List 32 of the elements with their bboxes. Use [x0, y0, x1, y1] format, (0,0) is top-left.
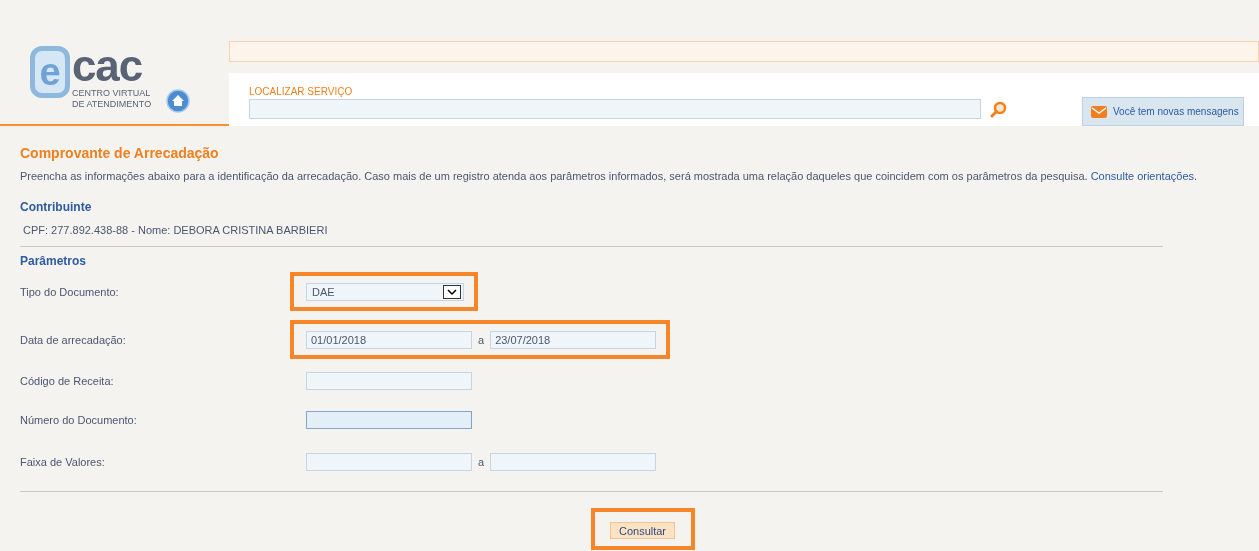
input-field[interactable] [306, 411, 472, 429]
input-field[interactable] [306, 453, 472, 471]
messages-button[interactable]: Você tem novas mensagens [1082, 97, 1244, 126]
input-field[interactable] [490, 453, 657, 471]
home-icon[interactable] [166, 89, 190, 113]
logo-e: e [30, 46, 70, 98]
range-separator: a [478, 332, 485, 348]
search-field[interactable] [249, 99, 981, 119]
guidance-link[interactable]: Consulte orientações. [1090, 170, 1198, 182]
field-label: Faixa de Valores: [20, 454, 106, 470]
page-title: Comprovante de Arrecadação [20, 145, 220, 162]
intro-text: Preencha as informações abaixo para a identificação da arrecadação. Caso mais de um registro atenda aos parâmetros informados, será mostrada uma relação daqueles que coincidem com os parâmetros da pesquisa. [20, 170, 1088, 182]
field-label: Número do Documento: [20, 412, 138, 428]
range-separator: a [478, 454, 485, 470]
search-icon[interactable] [990, 101, 1008, 119]
field-label: Tipo do Documento: [20, 284, 120, 300]
envelope-icon [1091, 104, 1107, 119]
input-field[interactable]: 23/07/2018 [490, 331, 657, 349]
logo-wordmark: cac [72, 46, 144, 86]
taxpayer-info: CPF: 277.892.438-88 - Nome: DEBORA CRISTINA BARBIERI [23, 223, 329, 237]
logo-tagline: DE ATENDIMENTO [72, 99, 152, 110]
section-heading: Contribuinte [20, 200, 93, 215]
section-heading: Parâmetros [20, 254, 88, 269]
search-label: LOCALIZAR SERVIÇO [249, 85, 353, 99]
input-field[interactable]: 01/01/2018 [306, 331, 472, 349]
document-type-select[interactable]: DAE [306, 283, 464, 301]
field-label: Código de Receita: [20, 373, 115, 389]
submit-button[interactable]: Consultar [610, 522, 675, 539]
dropdown-icon [443, 285, 461, 299]
input-field[interactable] [306, 372, 472, 390]
field-label: Data de arrecadação: [20, 332, 127, 348]
logo-tagline: CENTRO VIRTUAL [72, 88, 152, 99]
